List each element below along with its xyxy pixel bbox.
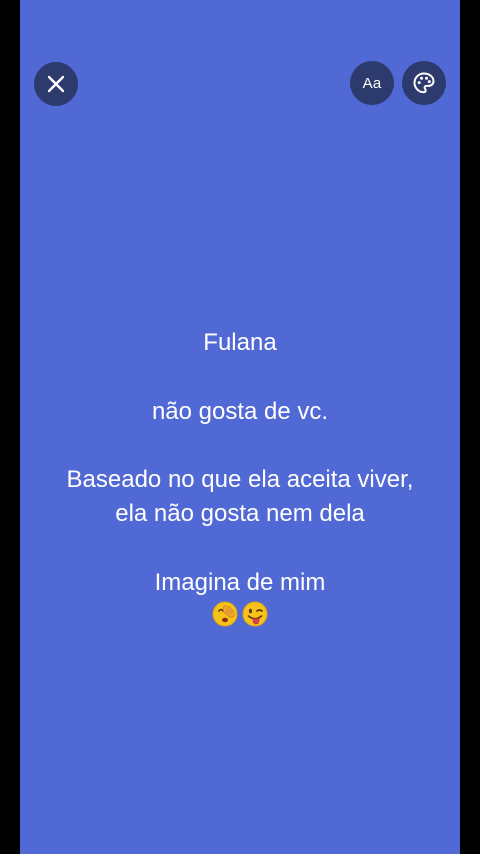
- face-with-hand-over-eyes-emoji: [212, 601, 238, 627]
- emoji-row: [20, 600, 460, 628]
- post-text-line: Imagina de mim: [154, 569, 326, 596]
- text-post-editor: Aa Fulana não gosta de vc. Baseado no qu…: [20, 0, 460, 854]
- post-text-line: não gosta de vc.: [151, 398, 329, 425]
- background-color-button[interactable]: [402, 61, 446, 105]
- post-text-line: ela não gosta nem dela: [115, 500, 365, 527]
- close-icon: [47, 75, 65, 93]
- post-text-line: Baseado no que ela aceita viver,: [66, 466, 414, 493]
- close-button[interactable]: [34, 62, 78, 106]
- font-style-label: Aa: [362, 74, 382, 92]
- left-black-bar: [0, 0, 20, 854]
- post-text-line: Fulana: [203, 329, 277, 356]
- right-black-bar: [460, 0, 480, 854]
- winking-face-with-tongue-emoji: [242, 601, 268, 627]
- font-style-button[interactable]: Aa: [350, 61, 394, 105]
- palette-icon: [413, 72, 435, 94]
